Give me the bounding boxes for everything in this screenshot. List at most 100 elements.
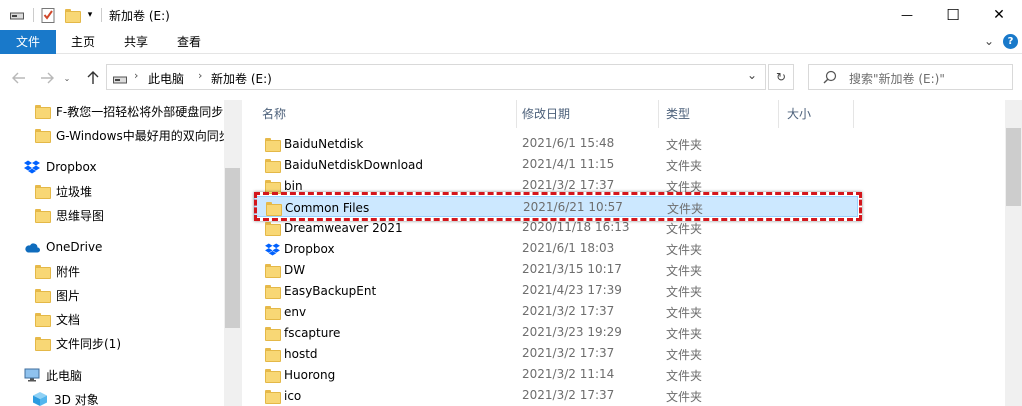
dropbox-icon — [24, 159, 40, 175]
navigation-scrollbar-thumb[interactable] — [225, 168, 240, 328]
window-title: 新加卷 (E:) — [109, 9, 170, 23]
nav-item-this-pc[interactable]: 此电脑 — [24, 364, 214, 386]
folder-icon — [34, 183, 51, 199]
nav-item-label: 思维导图 — [56, 208, 105, 223]
table-row-selected[interactable]: Common Files 2021/6/21 10:57 文件夹 — [254, 196, 858, 217]
quick-access-separator — [33, 8, 34, 22]
table-row[interactable]: Dropbox 2021/6/1 18:03 文件夹 — [254, 238, 858, 259]
table-row[interactable]: EasyBackupEnt 2021/4/23 17:39 文件夹 — [254, 280, 858, 301]
maximize-button[interactable]: ☐ — [930, 0, 976, 30]
onedrive-icon — [24, 239, 40, 255]
address-bar[interactable]: › 此电脑 › 新加卷 (E:) ⌄ — [106, 64, 766, 90]
folder-icon — [264, 157, 281, 173]
folder-icon — [264, 220, 281, 236]
table-row[interactable]: Dreamweaver 2021 2020/11/18 16:13 文件夹 — [254, 217, 858, 238]
table-row[interactable]: BaiduNetdisk 2021/6/1 15:48 文件夹 — [254, 133, 858, 154]
folder-icon — [264, 325, 281, 341]
file-type: 文件夹 — [666, 390, 703, 404]
breadcrumb-this-pc[interactable]: 此电脑 — [148, 70, 184, 87]
tab-share[interactable]: 共享 — [115, 30, 157, 54]
nav-item-dropbox[interactable]: Dropbox — [24, 156, 214, 178]
breadcrumb-drive-e[interactable]: 新加卷 (E:) — [211, 70, 272, 87]
file-date: 2021/6/1 15:48 — [522, 136, 615, 150]
search-input[interactable]: 搜索"新加卷 (E:)" — [849, 70, 945, 87]
folder-icon — [264, 136, 281, 152]
sort-ascending-icon: ^ — [379, 100, 388, 107]
column-divider[interactable] — [853, 100, 854, 128]
column-header-date-modified[interactable]: 修改日期 — [514, 100, 658, 128]
nav-item-folder-g[interactable]: G-Windows中最好用的双向同步 — [34, 124, 224, 146]
nav-item-folder-f[interactable]: F-教您一招轻松将外部硬盘同步到 — [34, 100, 224, 122]
file-date: 2021/3/2 11:14 — [522, 367, 615, 381]
tab-view[interactable]: 查看 — [168, 30, 210, 54]
nav-item-documents[interactable]: 文档 — [34, 308, 224, 330]
file-date: 2021/3/2 17:37 — [522, 388, 615, 402]
help-icon[interactable]: ? — [1003, 34, 1018, 49]
file-name: BaiduNetdiskDownload — [284, 158, 424, 172]
file-type: 文件夹 — [667, 202, 704, 216]
close-button[interactable]: ✕ — [976, 0, 1022, 30]
tab-file[interactable]: 文件 — [0, 30, 56, 54]
file-date: 2021/3/15 10:17 — [522, 262, 622, 276]
file-type: 文件夹 — [666, 264, 703, 278]
nav-item-3d-objects[interactable]: 3D 对象 — [32, 388, 222, 406]
column-header-size[interactable]: 大小 — [779, 100, 853, 128]
table-row[interactable]: hostd 2021/3/2 17:37 文件夹 — [254, 343, 858, 364]
nav-item-label: Dropbox — [46, 160, 97, 174]
file-name: env — [284, 305, 307, 319]
file-type: 文件夹 — [666, 348, 703, 362]
file-date: 2021/4/23 17:39 — [522, 283, 622, 297]
dropbox-icon — [264, 241, 280, 257]
customize-toolbar-icon[interactable]: ▾ — [84, 7, 96, 23]
refresh-button[interactable]: ↻ — [768, 64, 794, 90]
file-type: 文件夹 — [666, 180, 703, 194]
forward-button[interactable] — [38, 69, 56, 87]
nav-item-pictures[interactable]: 图片 — [34, 284, 224, 306]
tab-home[interactable]: 主页 — [62, 30, 104, 54]
breadcrumb-separator: › — [198, 69, 203, 82]
properties-icon[interactable] — [40, 7, 56, 23]
file-date: 2021/3/2 17:37 — [522, 178, 615, 192]
file-name: Huorong — [284, 368, 336, 382]
file-name: ico — [284, 389, 302, 403]
file-name: fscapture — [284, 326, 341, 340]
file-type: 文件夹 — [666, 159, 703, 173]
computer-icon — [24, 367, 40, 383]
table-row[interactable]: BaiduNetdiskDownload 2021/4/1 11:15 文件夹 — [254, 154, 858, 175]
nav-item-trash-pile[interactable]: 垃圾堆 — [34, 180, 224, 202]
table-row[interactable]: fscapture 2021/3/23 19:29 文件夹 — [254, 322, 858, 343]
drive-icon[interactable] — [9, 7, 25, 23]
table-row[interactable]: bin 2021/3/2 17:37 文件夹 — [254, 175, 858, 196]
file-list-scrollbar-thumb[interactable] — [1006, 128, 1021, 206]
search-box[interactable]: 搜索"新加卷 (E:)" — [808, 64, 1013, 90]
address-row: ⌄ › 此电脑 › 新加卷 (E:) ⌄ ↻ 搜索"新加卷 (E:)" — [0, 54, 1022, 100]
table-row[interactable]: ico 2021/3/2 17:37 文件夹 — [254, 385, 858, 406]
nav-item-file-sync[interactable]: 文件同步(1) — [34, 332, 224, 354]
nav-item-attachments[interactable]: 附件 — [34, 260, 224, 282]
address-dropdown-icon[interactable]: ⌄ — [747, 68, 757, 82]
up-button[interactable] — [84, 69, 102, 87]
minimize-button[interactable]: — — [884, 0, 930, 30]
nav-item-label: 图片 — [56, 288, 81, 303]
nav-item-mind-map[interactable]: 思维导图 — [34, 204, 224, 226]
recent-locations-icon[interactable]: ⌄ — [60, 69, 74, 87]
new-folder-icon[interactable] — [64, 7, 81, 23]
nav-item-label: OneDrive — [46, 240, 103, 254]
file-type: 文件夹 — [666, 243, 703, 257]
table-row[interactable]: Huorong 2021/3/2 11:14 文件夹 — [254, 364, 858, 385]
expand-ribbon-icon[interactable]: ⌄ — [982, 34, 996, 48]
table-row[interactable]: env 2021/3/2 17:37 文件夹 — [254, 301, 858, 322]
search-icon — [823, 70, 837, 87]
folder-icon — [264, 346, 281, 362]
file-type: 文件夹 — [666, 138, 703, 152]
back-button[interactable] — [10, 69, 28, 87]
nav-item-label: F-教您一招轻松将外部硬盘同步到 — [56, 104, 224, 119]
file-date: 2021/3/23 19:29 — [522, 325, 622, 339]
folder-icon — [264, 283, 281, 299]
column-header-type[interactable]: 类型 — [658, 100, 778, 128]
nav-item-label: 附件 — [56, 264, 81, 279]
file-name: bin — [284, 179, 303, 193]
folder-icon — [34, 207, 51, 223]
nav-item-onedrive[interactable]: OneDrive — [24, 236, 214, 258]
table-row[interactable]: DW 2021/3/15 10:17 文件夹 — [254, 259, 858, 280]
